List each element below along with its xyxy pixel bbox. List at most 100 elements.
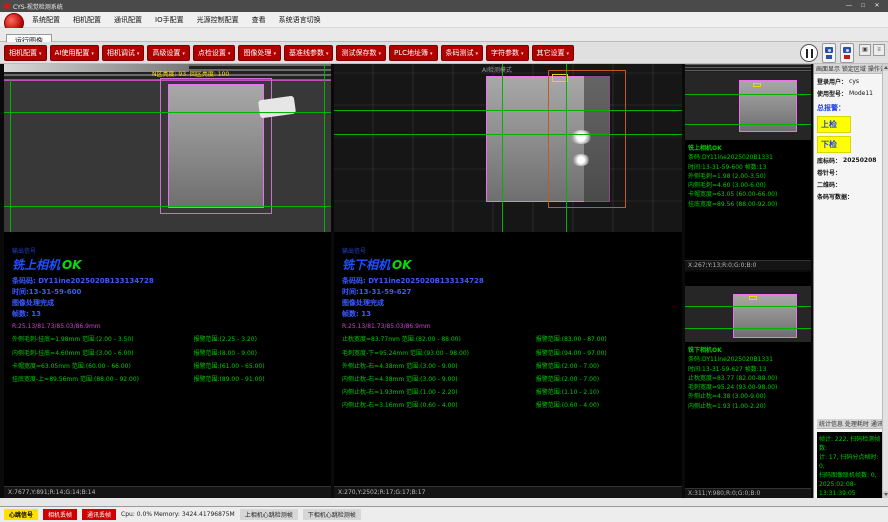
menu-io-config[interactable]: IO手配置	[153, 14, 186, 26]
signal-label: 输出信号	[342, 246, 676, 255]
stats-block: 帧计: 222, 扫码检测帧数: 计: 17, 扫码分点帧时: 0, 扫码图像联…	[817, 432, 885, 498]
close-button[interactable]: ✕	[870, 1, 884, 11]
toolbar: 相机配置 AI使用配置 相机调试 高级设置 点检设置 图像处理 基准线参数 测试…	[0, 42, 888, 64]
lower-camera-toggle-button[interactable]	[840, 43, 854, 63]
comm-drop-badge: 通讯丢帧	[82, 509, 116, 520]
scroll-down-arrow[interactable]	[883, 491, 888, 498]
menu-light-config[interactable]: 光源控制配置	[195, 14, 241, 26]
pause-button[interactable]	[800, 44, 818, 62]
upper-result-block: 输出信号 铣上相机OK 条码码: DY11ine2025020B13313472…	[4, 232, 331, 486]
toolbar-label: 点检设置	[198, 48, 226, 58]
panel-caption: 画面显示 锁定区域 操作设置	[814, 64, 888, 74]
caret-down-icon	[326, 49, 329, 57]
bottom-strip	[0, 498, 888, 506]
app-icon	[4, 3, 10, 9]
camera-status-line: 铣上相机OK	[12, 256, 325, 273]
caret-down-icon	[476, 49, 479, 57]
tab-bar: 运行图像	[0, 28, 888, 42]
pause-icon	[806, 49, 813, 58]
upper-thumb-image[interactable]	[685, 64, 811, 140]
measure-vline	[10, 80, 11, 232]
menu-language-switch[interactable]: 系统语言切换	[277, 14, 323, 26]
gripper-blob	[258, 96, 296, 119]
lower-heartbeat-text: 下相机心跳检测帧	[303, 509, 361, 520]
base-code-label: 底标码：	[817, 156, 841, 165]
measurement-row: 止枕宽度=83.77mm 范围:(82.00 - 88.00)报警范围:(83.…	[342, 336, 676, 343]
toolbar-baseline-params[interactable]: 基准线参数	[284, 45, 334, 61]
toolbar-camera-config[interactable]: 相机配置	[4, 45, 47, 61]
measure-hline	[334, 110, 682, 111]
stats-line: 扫码图像联机帧数: 0,	[819, 471, 883, 480]
mini-buttons: ▣ ≡	[859, 44, 885, 56]
cursor-pixel-readout: X:7677,Y:891;R:14;G:14;B:14	[4, 486, 331, 498]
status-bar: 心跳信号 相机丢帧 通讯丢帧 Cpu: 0.0% Memory: 3424.41…	[0, 506, 888, 522]
heartbeat-badge: 心跳信号	[4, 509, 38, 520]
caret-down-icon	[567, 49, 570, 57]
base-code-row: 底标码： 20250208	[817, 156, 885, 165]
measurement-row: 内侧止枕-右=1.93mm 范围:(1.00 - 2.20)报警范围:(1.10…	[342, 389, 676, 396]
toolbar-spotcheck-settings[interactable]: 点检设置	[193, 45, 236, 61]
machine-rails	[685, 64, 811, 72]
cursor-pixel-readout: X:267;Y:13;R:0;G:0;B:0	[685, 260, 811, 270]
upper-camera-image[interactable]: N区亮度: 93. 回区亮度: 100	[4, 64, 331, 232]
menu-bar: 系统配置 相机配置 通讯配置 IO手配置 光源控制配置 查看 系统语言切换	[0, 12, 888, 28]
toolbar-character-params[interactable]: 字符参数	[486, 45, 529, 61]
upper-camera-toggle-button[interactable]	[822, 43, 836, 63]
toolbar-label: AI使用配置	[55, 48, 90, 58]
frame-line: 帧数: 13	[12, 309, 325, 320]
toolbar-ai-config[interactable]: AI使用配置	[50, 45, 99, 61]
measurement-row: 内侧止枕-右=4.38mm 范围:(3.00 - 9.00)报警范围:(2.00…	[342, 376, 676, 383]
title-bar: CYS-视觉检测系统 — □ ✕	[0, 0, 888, 12]
caret-down-icon	[521, 49, 524, 57]
toolbar-test-save-params[interactable]: 测试保存数	[336, 45, 386, 61]
barcode-line: 条码码: DY11ine2025020B133134728	[12, 276, 325, 287]
menu-camera-config[interactable]: 相机配置	[71, 14, 103, 26]
toolbar-other-settings[interactable]: 其它设置	[532, 45, 575, 61]
process-line: 图像处理完成	[342, 298, 676, 309]
measure-hline	[4, 206, 331, 207]
panel-pin-button[interactable]: ▣	[859, 44, 871, 56]
barcode-roi	[749, 296, 757, 300]
caret-down-icon	[137, 49, 140, 57]
camera-icon	[825, 47, 833, 53]
stats-caption: 统计信息 处理耗时 通讯状态	[817, 419, 885, 429]
lower-thumb-view: 铣下相机OK 条码:DY11ine2025020B1331 时间:13-31-5…	[685, 272, 811, 498]
app-window: CYS-视觉检测系统 — □ ✕ 系统配置 相机配置 通讯配置 IO手配置 光源…	[0, 0, 888, 522]
lower-result-block: 输出信号 铣下相机OK 条码码: DY11ine2025020B13313472…	[334, 232, 682, 486]
reference-line: R:25.13/81.73/85.03/86.9mm	[342, 323, 676, 330]
lower-thumb-image[interactable]	[685, 286, 811, 342]
panel-more-button[interactable]: ≡	[873, 44, 885, 56]
upper-thumb-view: 铣上相机OK 条码:DY11ine2025020B1331 时间:13-31-5…	[685, 64, 811, 270]
scroll-up-arrow[interactable]	[883, 64, 888, 71]
menu-view[interactable]: 查看	[250, 14, 268, 26]
reference-line: R:25.13/81.73/85.03/86.9mm	[12, 323, 325, 330]
lower-camera-image[interactable]: AI检测模式	[334, 64, 682, 232]
measurement-row: 内侧毛刺-挂底=4.60mm 范围:(3.00 - 6.00)报警范围:(8.0…	[12, 350, 325, 357]
maximize-button[interactable]: □	[856, 1, 870, 11]
menu-system-config[interactable]: 系统配置	[30, 14, 62, 26]
total-result-label: 总报警：	[817, 103, 885, 113]
minimize-button[interactable]: —	[842, 1, 856, 11]
toolbar-label: 图像处理	[243, 48, 271, 58]
toolbar-barcode-test[interactable]: 条码测试	[441, 45, 484, 61]
login-user-row: 登录用户： cys	[817, 77, 885, 86]
caret-down-icon	[273, 49, 276, 57]
brightness-overlay-label: N区亮度: 93. 回区亮度: 100	[152, 69, 229, 78]
time-line: 时间:13-31-59-600	[12, 287, 325, 298]
model-value[interactable]: Mode11	[849, 90, 873, 97]
measure-hline	[334, 134, 682, 135]
toolbar-label: 测试保存数	[341, 48, 376, 58]
panel-scrollbar[interactable]	[882, 64, 888, 498]
toolbar-label: 其它设置	[537, 48, 565, 58]
toolbar-camera-debug[interactable]: 相机调试	[102, 45, 145, 61]
toolbar-image-processing[interactable]: 图像处理	[238, 45, 281, 61]
menu-comm-config[interactable]: 通讯配置	[112, 14, 144, 26]
measure-vline	[566, 64, 567, 232]
base-code-value: 20250208	[843, 157, 876, 164]
stats-line: 2025:02:08-13:31:39:05	[819, 480, 883, 498]
measurement-row: 内侧止枕-右=3.16mm 范围:(0.60 - 4.00)报警范围:(0.60…	[342, 402, 676, 409]
toolbar-label: 相机配置	[9, 48, 37, 58]
upper-camera-view: N区亮度: 93. 回区亮度: 100 输出信号 铣上相机OK 条码码: DY1…	[4, 64, 331, 498]
toolbar-advanced-settings[interactable]: 高级设置	[147, 45, 190, 61]
toolbar-plc-address[interactable]: PLC地址簿	[389, 45, 438, 61]
